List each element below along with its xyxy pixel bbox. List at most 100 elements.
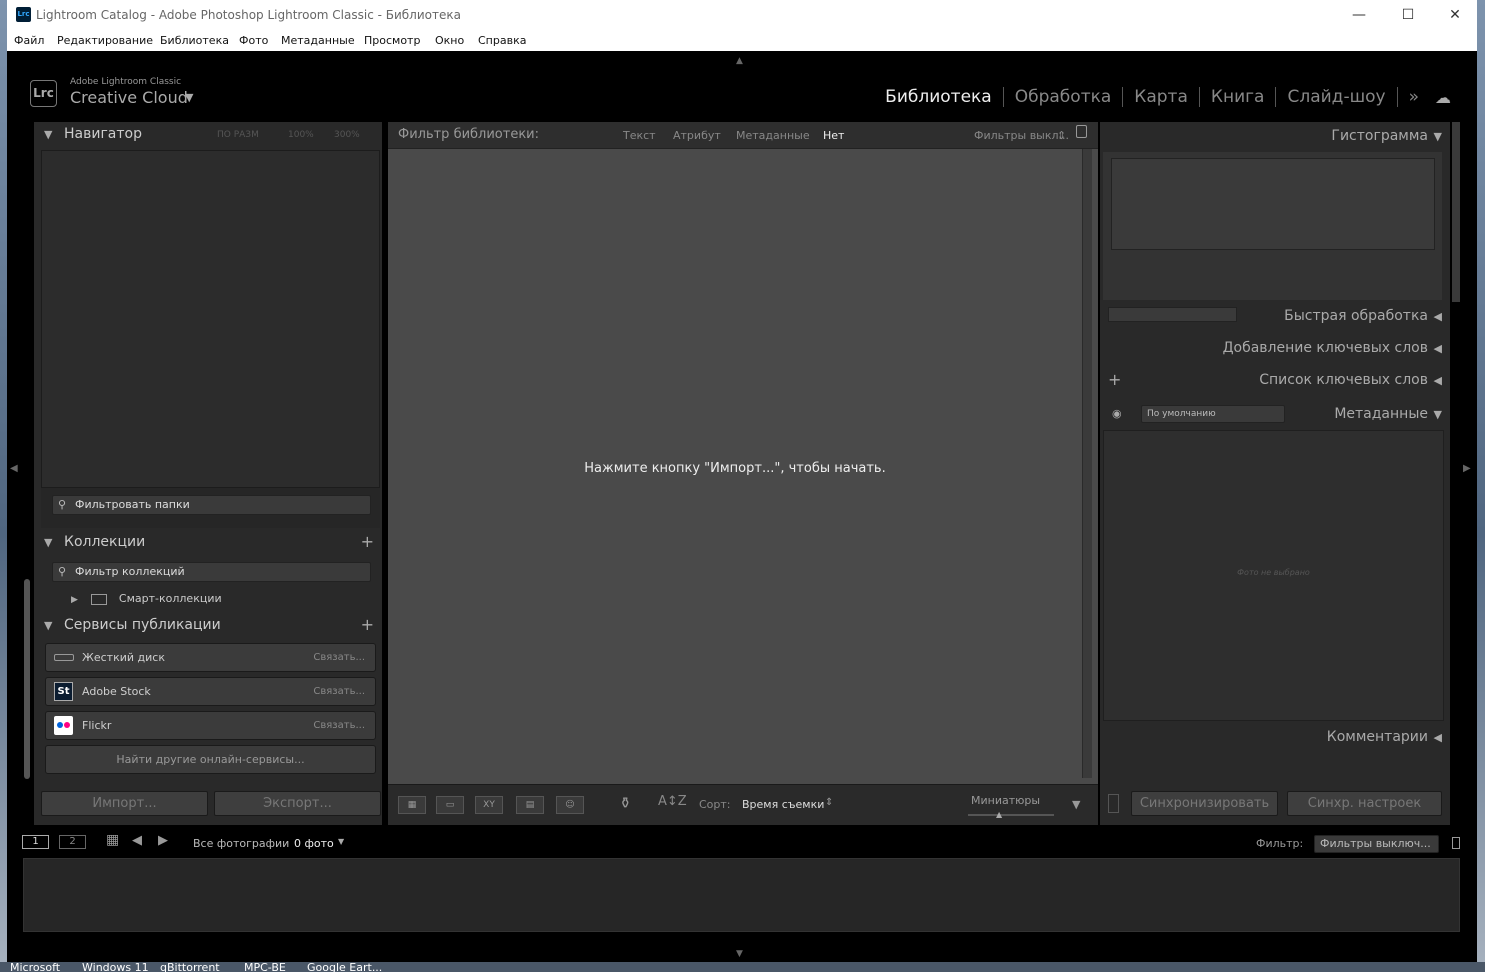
filter-text[interactable]: Текст bbox=[623, 129, 656, 142]
slider-thumb[interactable]: ▲ bbox=[996, 810, 1002, 819]
module-slideshow[interactable]: Слайд-шоу bbox=[1287, 87, 1385, 107]
connect-link[interactable]: Связать... bbox=[313, 678, 365, 705]
module-develop[interactable]: Обработка bbox=[1015, 87, 1112, 107]
keywording-title[interactable]: Добавление ключевых слов bbox=[1223, 340, 1428, 356]
more-modules-icon[interactable]: » bbox=[1409, 87, 1419, 107]
grid-icon[interactable]: ▦ bbox=[106, 832, 119, 848]
publish-service-adobe-stock[interactable]: St Adobe Stock Связать... bbox=[45, 677, 376, 706]
left-scrollbar[interactable] bbox=[24, 579, 30, 779]
taskbar-item-windows[interactable]: Windows 11 bbox=[82, 962, 149, 972]
identity-plate[interactable]: Creative Cloud bbox=[70, 88, 188, 107]
add-collection-icon[interactable]: + bbox=[361, 532, 374, 551]
sort-direction-icon[interactable]: A↕Z bbox=[658, 794, 687, 809]
module-book[interactable]: Книга bbox=[1211, 87, 1265, 107]
menu-view[interactable]: Просмотр bbox=[364, 34, 420, 47]
right-panel-toggle-icon[interactable]: ▶ bbox=[1463, 463, 1471, 474]
filmstrip-filter-select[interactable]: Фильтры выключ... bbox=[1314, 835, 1439, 853]
metadata-preset-select[interactable]: По умолчанию bbox=[1141, 405, 1285, 423]
auto-sync-toggle[interactable] bbox=[1108, 794, 1119, 813]
survey-view-icon[interactable]: ▤ bbox=[516, 796, 544, 814]
source-label[interactable]: Все фотографии bbox=[193, 837, 289, 850]
add-publish-icon[interactable]: + bbox=[361, 615, 374, 634]
preset-stepper-icon[interactable]: ⇕ bbox=[1057, 129, 1066, 142]
maximize-button[interactable]: ☐ bbox=[1396, 4, 1420, 26]
filter-none[interactable]: Нет bbox=[823, 129, 844, 142]
module-map[interactable]: Карта bbox=[1134, 87, 1188, 107]
sort-select[interactable]: Время съемки bbox=[742, 798, 824, 811]
menu-file[interactable]: Файл bbox=[14, 34, 44, 47]
lock-icon[interactable] bbox=[1076, 125, 1087, 138]
expand-icon[interactable]: ◀ bbox=[1434, 310, 1442, 323]
right-scrollbar[interactable] bbox=[1452, 122, 1460, 302]
people-view-icon[interactable]: ☺ bbox=[556, 796, 584, 814]
source-dropdown-icon[interactable]: ▼ bbox=[338, 837, 344, 846]
expand-icon[interactable]: ◀ bbox=[1434, 342, 1442, 355]
comments-title[interactable]: Комментарии bbox=[1327, 729, 1428, 745]
saved-preset-select[interactable] bbox=[1108, 307, 1237, 322]
collapse-icon[interactable]: ▼ bbox=[44, 619, 52, 632]
identity-caret-icon[interactable]: ▼ bbox=[185, 91, 193, 104]
close-button[interactable]: ✕ bbox=[1443, 4, 1467, 26]
smart-collections-item[interactable]: ▶ Смарт-коллекции bbox=[71, 592, 222, 605]
painter-icon[interactable]: ⚱ bbox=[619, 794, 632, 812]
import-button[interactable]: Импорт... bbox=[41, 791, 208, 816]
filter-lock-icon[interactable] bbox=[1452, 837, 1460, 849]
forward-arrow-icon[interactable]: ▶ bbox=[158, 833, 168, 848]
filter-preset[interactable]: Фильтры выкл... bbox=[974, 129, 1069, 142]
find-more-services-button[interactable]: Найти другие онлайн-сервисы... bbox=[45, 745, 376, 774]
histogram-title[interactable]: Гистограмма bbox=[1331, 128, 1428, 144]
collapse-icon[interactable]: ▼ bbox=[44, 536, 52, 549]
publish-service-flickr[interactable]: Flickr Связать... bbox=[45, 711, 376, 740]
thumbnail-size-slider[interactable] bbox=[968, 814, 1054, 816]
zoom-300[interactable]: 300% bbox=[334, 130, 360, 140]
left-panel-toggle-icon[interactable]: ◀ bbox=[10, 463, 18, 474]
export-button[interactable]: Экспорт... bbox=[214, 791, 381, 816]
connect-link[interactable]: Связать... bbox=[313, 712, 365, 739]
collapse-icon[interactable]: ▼ bbox=[1434, 130, 1442, 143]
primary-window-button[interactable]: 1 bbox=[22, 835, 49, 849]
back-arrow-icon[interactable]: ◀ bbox=[132, 833, 142, 848]
collapse-icon[interactable]: ▼ bbox=[44, 128, 52, 141]
keyword-list-title[interactable]: Список ключевых слов bbox=[1259, 372, 1428, 388]
zoom-100[interactable]: 100% bbox=[288, 130, 314, 140]
menu-library[interactable]: Библиотека bbox=[160, 34, 229, 47]
grid-scrollbar[interactable] bbox=[1082, 149, 1092, 778]
metadata-title[interactable]: Метаданные bbox=[1334, 406, 1428, 422]
taskbar-item-microsoft[interactable]: Microsoft bbox=[10, 962, 60, 972]
expand-icon[interactable]: ▶ bbox=[71, 595, 78, 605]
quick-develop-title[interactable]: Быстрая обработка bbox=[1284, 308, 1428, 324]
folder-filter-input[interactable]: ⚲ Фильтровать папки bbox=[52, 495, 371, 515]
publish-header[interactable]: ▼ Сервисы публикации + bbox=[34, 615, 382, 642]
connect-link[interactable]: Связать... bbox=[313, 644, 365, 671]
compare-view-icon[interactable]: XY bbox=[475, 796, 503, 814]
taskbar-item-mpc[interactable]: MPC-BE bbox=[244, 962, 286, 972]
sort-stepper-icon[interactable]: ⇕ bbox=[825, 797, 833, 808]
secondary-window-button[interactable]: 2 bbox=[59, 835, 86, 849]
grid-view-icon[interactable]: ▦ bbox=[398, 796, 426, 814]
collections-header[interactable]: ▼ Коллекции + bbox=[34, 532, 382, 559]
module-library[interactable]: Библиотека bbox=[885, 87, 992, 107]
sync-button[interactable]: Синхронизировать bbox=[1131, 791, 1278, 816]
taskbar-item-google-earth[interactable]: Google Eart... bbox=[307, 962, 382, 972]
bottom-panel-toggle-icon[interactable]: ▼ bbox=[736, 949, 743, 959]
publish-service-hard-drive[interactable]: Жесткий диск Связать... bbox=[45, 643, 376, 672]
zoom-fit[interactable]: ПО РАЗМ bbox=[217, 130, 259, 140]
taskbar-item-qbittorrent[interactable]: qBittorrent bbox=[160, 962, 220, 972]
add-keyword-icon[interactable]: + bbox=[1108, 370, 1121, 389]
loupe-view-icon[interactable]: ▭ bbox=[436, 796, 464, 814]
sync-settings-button[interactable]: Синхр. настроек bbox=[1287, 791, 1442, 816]
menu-photo[interactable]: Фото bbox=[239, 34, 268, 47]
filter-metadata[interactable]: Метаданные bbox=[736, 129, 810, 142]
expand-icon[interactable]: ◀ bbox=[1434, 374, 1442, 387]
expand-icon[interactable]: ◀ bbox=[1434, 731, 1442, 744]
top-panel-toggle-icon[interactable]: ▲ bbox=[736, 56, 743, 66]
collapse-icon[interactable]: ▼ bbox=[1434, 408, 1442, 421]
menu-help[interactable]: Справка bbox=[478, 34, 526, 47]
menu-window[interactable]: Окно bbox=[435, 34, 464, 47]
menu-metadata[interactable]: Метаданные bbox=[281, 34, 355, 47]
navigator-header[interactable]: ▼ Навигатор ПО РАЗМ 100% 300% bbox=[34, 125, 382, 151]
collection-filter-input[interactable]: ⚲ Фильтр коллекций bbox=[52, 562, 371, 582]
minimize-button[interactable]: — bbox=[1347, 4, 1371, 26]
cloud-sync-icon[interactable]: ☁ bbox=[1435, 88, 1451, 107]
eye-icon[interactable]: ◉ bbox=[1112, 407, 1122, 420]
